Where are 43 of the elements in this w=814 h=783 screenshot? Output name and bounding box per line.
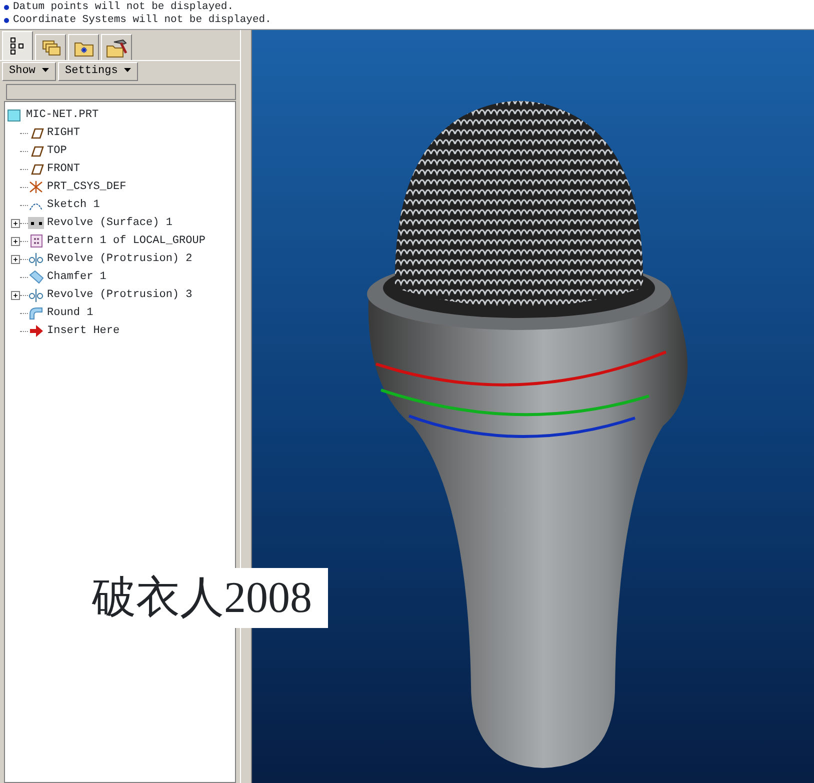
tree-item[interactable]: FRONT	[47, 160, 80, 178]
tree-item[interactable]: TOP	[47, 142, 67, 160]
tree-item[interactable]: Revolve (Protrusion) 2	[47, 250, 192, 268]
tree-item[interactable]: Round 1	[47, 304, 94, 322]
tools-icon	[106, 38, 128, 58]
chamfer-icon	[28, 270, 44, 284]
tree-item[interactable]: Sketch 1	[47, 196, 100, 214]
expand-toggle[interactable]	[11, 254, 20, 264]
surface-icon	[28, 216, 44, 230]
menu-button[interactable]: Settings	[58, 62, 138, 81]
bullet-icon	[4, 18, 9, 23]
datum-plane-icon	[28, 162, 44, 176]
menu-button[interactable]: Show	[2, 62, 56, 81]
caret-icon	[124, 68, 132, 73]
navigator-tab[interactable]	[68, 34, 99, 60]
round-icon	[28, 306, 44, 320]
navigator-tab[interactable]	[2, 31, 33, 60]
coordinate-system-icon	[28, 180, 44, 194]
layers-icon	[40, 38, 60, 56]
status-message: Datum points will not be displayed.	[13, 1, 234, 14]
tree-icon	[10, 37, 26, 55]
part-icon	[7, 108, 23, 122]
tree-item[interactable]: Pattern 1 of LOCAL_GROUP	[47, 232, 206, 250]
arrow-icon	[28, 324, 44, 338]
navigator-tab[interactable]	[101, 34, 132, 60]
datum-plane-icon	[28, 126, 44, 140]
revolve-icon	[28, 252, 44, 266]
tree-item[interactable]: Insert Here	[47, 322, 120, 340]
status-message: Coordinate Systems will not be displayed.	[13, 14, 272, 27]
tree-item[interactable]: Revolve (Protrusion) 3	[47, 286, 192, 304]
caret-icon	[42, 68, 50, 73]
pattern-icon	[28, 234, 44, 248]
expand-toggle[interactable]	[11, 218, 20, 228]
tree-item[interactable]: Revolve (Surface) 1	[47, 214, 172, 232]
datum-plane-icon	[28, 144, 44, 158]
tree-item[interactable]: PRT_CSYS_DEF	[47, 178, 126, 196]
tree-item[interactable]: Chamfer 1	[47, 268, 106, 286]
revolve-icon	[28, 288, 44, 302]
bullet-icon	[4, 5, 9, 10]
expand-toggle[interactable]	[11, 290, 20, 300]
tree-root-label[interactable]: MIC-NET.PRT	[26, 106, 99, 124]
tree-item[interactable]: RIGHT	[47, 124, 80, 142]
expand-toggle[interactable]	[11, 236, 20, 246]
